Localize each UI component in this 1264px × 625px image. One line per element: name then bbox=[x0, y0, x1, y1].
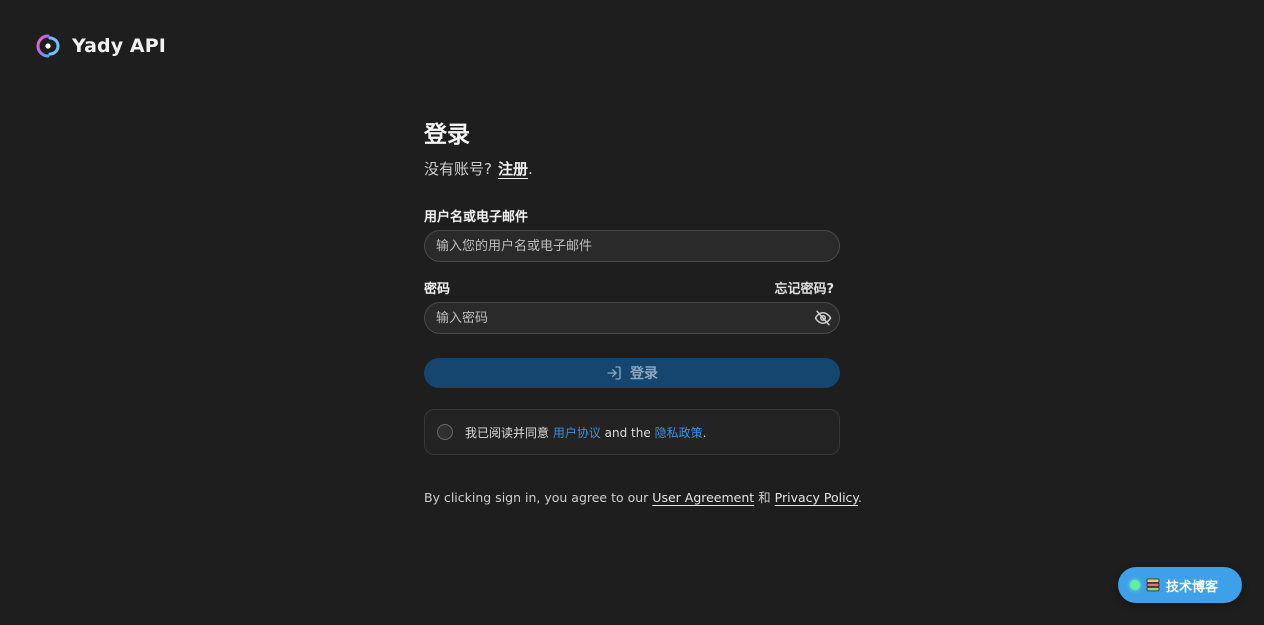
username-input-wrap bbox=[424, 230, 840, 262]
user-agreement-link[interactable]: 用户协议 bbox=[553, 426, 601, 440]
agreement-middle: and the bbox=[600, 425, 655, 440]
forgot-password-link[interactable]: 忘记密码? bbox=[774, 278, 840, 297]
register-link[interactable]: 注册 bbox=[498, 160, 528, 178]
terms-footnote: By clicking sign in, you agree to our Us… bbox=[424, 487, 862, 506]
login-button[interactable]: 登录 bbox=[424, 358, 840, 388]
agreement-checkbox[interactable] bbox=[437, 424, 453, 440]
footnote-privacy-policy-link[interactable]: Privacy Policy bbox=[775, 490, 858, 505]
password-input[interactable] bbox=[424, 302, 840, 334]
agreement-text: 我已阅读并同意 用户协议 and the 隐私政策. bbox=[465, 424, 706, 441]
footnote-middle: 和 bbox=[754, 490, 775, 505]
username-input[interactable] bbox=[424, 230, 840, 262]
books-icon bbox=[1146, 578, 1160, 592]
tech-blog-label: 技术博客 bbox=[1166, 579, 1219, 595]
password-input-wrap bbox=[424, 302, 840, 334]
brand-name: Yady API bbox=[72, 35, 166, 57]
agreement-box: 我已阅读并同意 用户协议 and the 隐私政策. bbox=[424, 409, 840, 455]
footnote-prefix: By clicking sign in, you agree to our bbox=[424, 490, 653, 505]
eye-off-icon[interactable] bbox=[814, 309, 832, 327]
login-panel: 登录 没有账号? 注册. 用户名或电子邮件 密码 忘记密码? 登录 我已阅读并同意 bbox=[424, 118, 862, 506]
agreement-suffix: . bbox=[702, 425, 707, 440]
login-button-label: 登录 bbox=[630, 365, 658, 381]
no-account-text: 没有账号? bbox=[424, 160, 492, 178]
status-dot-icon bbox=[1130, 580, 1140, 590]
brand[interactable]: Yady API bbox=[36, 34, 166, 58]
register-prompt: 没有账号? 注册. bbox=[424, 158, 840, 180]
footnote-suffix: . bbox=[858, 490, 863, 505]
password-label: 密码 bbox=[424, 281, 451, 297]
agreement-prefix: 我已阅读并同意 bbox=[465, 425, 553, 440]
register-period: . bbox=[527, 160, 533, 178]
privacy-policy-link[interactable]: 隐私政策 bbox=[655, 426, 703, 440]
password-label-row: 密码 忘记密码? bbox=[424, 278, 840, 297]
username-label-row: 用户名或电子邮件 bbox=[424, 206, 840, 225]
brand-logo-icon bbox=[36, 34, 60, 58]
page-title: 登录 bbox=[424, 122, 470, 148]
footnote-user-agreement-link[interactable]: User Agreement bbox=[652, 490, 754, 505]
username-label: 用户名或电子邮件 bbox=[424, 209, 529, 225]
tech-blog-button[interactable]: 技术博客 bbox=[1118, 567, 1242, 603]
login-arrow-icon bbox=[607, 366, 621, 380]
